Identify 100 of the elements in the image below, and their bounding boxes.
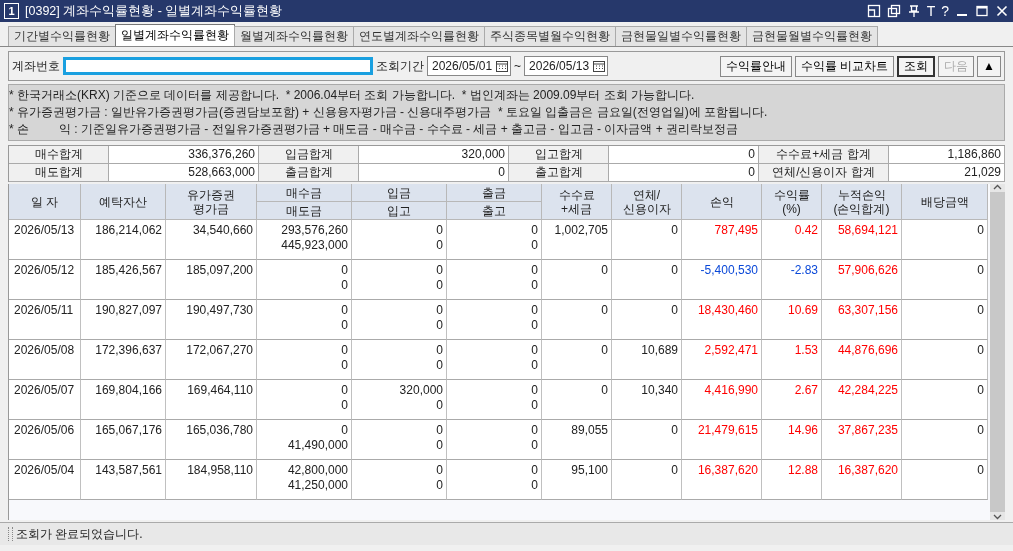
tab[interactable]: 금현물월별수익률현황 xyxy=(746,26,878,46)
tab[interactable]: 금현물일별수익률현황 xyxy=(615,26,747,46)
table-cell: 0 xyxy=(257,300,352,318)
date-field[interactable]: 2026/05/13 xyxy=(524,56,609,76)
table-cell: 0 xyxy=(257,260,352,278)
column-header: 매도금 xyxy=(257,202,352,220)
table-cell: 293,576,260 xyxy=(257,220,352,238)
table-cell: 0 xyxy=(902,300,988,340)
table-cell: 18,430,460 xyxy=(682,300,762,340)
table-cell: 169,804,166 xyxy=(81,380,166,420)
account-field[interactable] xyxy=(63,57,373,75)
help-button[interactable]: ? xyxy=(941,3,949,19)
table-cell: 0 xyxy=(352,420,447,438)
table-cell: 0 xyxy=(352,318,447,340)
table-cell: 42,800,000 xyxy=(257,460,352,478)
table-cell: 12.88 xyxy=(762,460,822,500)
toolbar-button[interactable]: ▲ xyxy=(977,55,1001,77)
table-cell: 172,396,637 xyxy=(81,340,166,380)
note-text: * 한국거래소(KRX) 기준으로 데이터를 제공합니다. * 2006.04부터 조회 가능합니다. * 법인계좌는 2009.09부터 조회 가능합니다. xyxy=(9,87,696,104)
toolbar-button[interactable]: 수익률 비교차트 xyxy=(794,55,895,77)
scrollbar[interactable] xyxy=(990,184,1005,520)
table-cell: 63,307,156 xyxy=(822,300,902,340)
table-cell: 4,416,990 xyxy=(682,380,762,420)
calendar-icon[interactable] xyxy=(593,60,606,72)
tab[interactable]: 연도별계좌수익률현황 xyxy=(353,26,485,46)
table-cell: 10.69 xyxy=(762,300,822,340)
table-cell: 58,694,121 xyxy=(822,220,902,260)
table-cell: 0 xyxy=(542,380,612,420)
table-cell: 0 xyxy=(352,478,447,500)
table-cell: 0 xyxy=(612,420,682,460)
table-cell: 0 xyxy=(447,260,542,278)
window-number: 1 xyxy=(4,3,19,19)
summary-label: 입금합계 xyxy=(259,146,359,164)
table-cell: 0 xyxy=(447,300,542,318)
table-cell: 0 xyxy=(447,438,542,460)
table-cell: 1.53 xyxy=(762,340,822,380)
column-header: 매수금 xyxy=(257,184,352,202)
table-cell: 186,214,062 xyxy=(81,220,166,260)
column-header: 손익 xyxy=(682,184,762,220)
layout-icon[interactable] xyxy=(866,4,881,18)
table-cell: 0 xyxy=(612,260,682,300)
table-cell: 2026/05/07 xyxy=(9,380,81,420)
table-cell: 89,055 xyxy=(542,420,612,460)
summary-label: 연체/신용이자 합계 xyxy=(759,164,889,182)
table-cell: 0 xyxy=(257,278,352,300)
text-button[interactable]: T xyxy=(926,3,936,19)
summary-value: 0 xyxy=(609,146,759,164)
table-cell: 16,387,620 xyxy=(822,460,902,500)
summary-value: 21,029 xyxy=(889,164,1005,182)
summary-value: 528,663,000 xyxy=(109,164,259,182)
table-cell: -2.83 xyxy=(762,260,822,300)
toolbar-button[interactable]: 조회 xyxy=(897,55,936,77)
scroll-down-icon[interactable] xyxy=(993,514,1002,520)
pin-icon[interactable] xyxy=(906,4,921,18)
tab[interactable]: 기간별수익률현황 xyxy=(8,26,116,46)
table-cell: 10,689 xyxy=(612,340,682,380)
table-cell: 0 xyxy=(257,318,352,340)
column-header: 입금 xyxy=(352,184,447,202)
table-cell: 0 xyxy=(902,260,988,300)
windows-icon[interactable] xyxy=(886,4,901,18)
calendar-icon[interactable] xyxy=(496,60,509,72)
summary-label: 입고합계 xyxy=(509,146,609,164)
table-cell: 787,495 xyxy=(682,220,762,260)
summary-value: 1,186,860 xyxy=(889,146,1005,164)
table-cell: 0 xyxy=(352,260,447,278)
tab[interactable]: 월별계좌수익률현황 xyxy=(234,26,354,46)
table-cell: 95,100 xyxy=(542,460,612,500)
table-cell: 0 xyxy=(447,238,542,260)
table-cell: 0 xyxy=(447,318,542,340)
table-cell: 0 xyxy=(447,398,542,420)
summary-value: 336,376,260 xyxy=(109,146,259,164)
close-icon[interactable] xyxy=(995,4,1009,18)
column-header: 일 자 xyxy=(9,184,81,220)
table-cell: 2.67 xyxy=(762,380,822,420)
scroll-up-icon[interactable] xyxy=(993,184,1002,190)
table-cell: 1,002,705 xyxy=(542,220,612,260)
table-cell: 165,067,176 xyxy=(81,420,166,460)
maximize-icon[interactable] xyxy=(975,4,989,18)
table-cell: 0 xyxy=(902,340,988,380)
table-cell: 0 xyxy=(352,238,447,260)
table-cell: 0 xyxy=(352,340,447,358)
table-cell: 320,000 xyxy=(352,380,447,398)
tab[interactable]: 일별계좌수익률현황 xyxy=(115,24,235,46)
table-cell: 0 xyxy=(257,420,352,438)
table-cell: 0 xyxy=(447,478,542,500)
table-cell: 185,097,200 xyxy=(166,260,257,300)
table-cell: 0 xyxy=(352,460,447,478)
table-cell: 190,497,730 xyxy=(166,300,257,340)
table-cell: 0.42 xyxy=(762,220,822,260)
table-cell: 0 xyxy=(902,220,988,260)
window-title: [0392] 계좌수익률현황 - 일별계좌수익률현황 xyxy=(25,2,284,20)
tab[interactable]: 주식종목별월수익현황 xyxy=(484,26,616,46)
table-cell: 0 xyxy=(447,220,542,238)
table-cell: 0 xyxy=(352,398,447,420)
date-field[interactable]: 2026/05/01 xyxy=(427,56,512,76)
column-header: 연체/ 신용이자 xyxy=(612,184,682,220)
table-cell: 10,340 xyxy=(612,380,682,420)
toolbar-button[interactable]: 수익률안내 xyxy=(719,55,792,77)
column-header: 출고 xyxy=(447,202,542,220)
column-header: 수수료 +세금 xyxy=(542,184,612,220)
